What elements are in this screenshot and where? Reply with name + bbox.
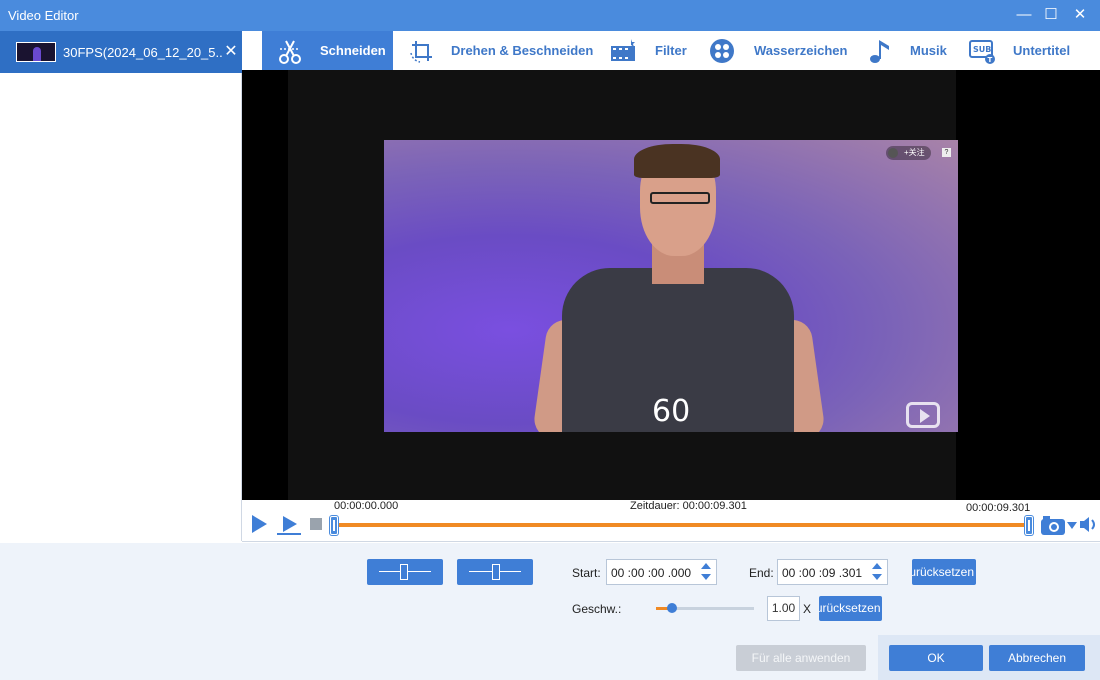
tab-wasserzeichen[interactable]: Wasserzeichen xyxy=(708,31,848,70)
set-end-button[interactable] xyxy=(457,559,533,585)
video-frame: 60 +关注 ? xyxy=(288,70,958,500)
end-time-stepper[interactable] xyxy=(871,562,883,582)
maximize-button[interactable]: ☐ xyxy=(1039,4,1063,26)
video-preview-area: 60 +关注 ? xyxy=(242,70,1100,500)
stop-icon[interactable] xyxy=(310,518,322,530)
file-name: 30FPS(2024_06_12_20_5... xyxy=(63,45,223,60)
tab-label: Filter xyxy=(655,43,687,58)
trim-end-handle[interactable] xyxy=(1025,516,1033,535)
set-start-button[interactable] xyxy=(367,559,443,585)
svg-text:T: T xyxy=(988,56,993,64)
video-overlay-number: 60 xyxy=(652,394,691,429)
title-bar: Video Editor — ☐ ✕ xyxy=(0,0,1100,31)
file-list-sidebar: 30FPS(2024_06_12_20_5... ✕ xyxy=(0,31,242,541)
tab-label: Drehen & Beschneiden xyxy=(451,43,594,58)
speed-slider-knob[interactable] xyxy=(667,603,677,613)
start-time-value: 00 :00 :00 .000 xyxy=(611,566,692,580)
chevron-down-icon[interactable] xyxy=(1067,522,1077,530)
ok-button[interactable]: OK xyxy=(889,645,983,671)
timeline-start-time: 00:00:00.000 xyxy=(334,500,399,512)
tab-musik[interactable]: Musik xyxy=(867,31,949,70)
start-label: Start: xyxy=(572,566,601,580)
help-badge: ? xyxy=(942,148,951,157)
play-icon[interactable] xyxy=(249,514,269,534)
snapshot-camera-icon[interactable] xyxy=(1040,514,1066,536)
timeline-track[interactable] xyxy=(334,523,1030,527)
cancel-button[interactable]: Abbrechen xyxy=(989,645,1085,671)
remove-file-icon[interactable]: ✕ xyxy=(224,41,238,61)
play-segment-icon[interactable] xyxy=(276,514,302,536)
tab-label: Wasserzeichen xyxy=(754,43,848,58)
tab-drehen-beschneiden[interactable]: Drehen & Beschneiden xyxy=(406,31,598,70)
minimize-button[interactable]: — xyxy=(1012,4,1036,26)
speed-label: Geschw.: xyxy=(572,602,622,616)
end-label: End: xyxy=(749,566,774,580)
apply-to-all-button[interactable]: Für alle anwenden xyxy=(736,645,866,671)
speed-value-field[interactable]: 1.00 xyxy=(767,596,800,621)
close-button[interactable]: ✕ xyxy=(1068,4,1092,26)
timeline-end-time: 00:00:09.301 xyxy=(966,502,1031,514)
watermark-icon xyxy=(710,39,734,63)
file-list-item[interactable]: 30FPS(2024_06_12_20_5... ✕ xyxy=(0,31,242,73)
tab-filter[interactable]: Filter xyxy=(609,31,689,70)
volume-icon[interactable] xyxy=(1079,515,1098,534)
follow-badge: +关注 xyxy=(886,146,931,160)
music-note-icon xyxy=(870,40,889,63)
tab-label: Schneiden xyxy=(320,43,386,58)
tab-schneiden[interactable]: Schneiden xyxy=(262,31,393,70)
start-time-input[interactable]: 00 :00 :00 .000 xyxy=(606,559,717,585)
tab-label: Musik xyxy=(910,43,947,58)
reset-trim-label: Zurücksetzen xyxy=(912,565,975,579)
playback-controls: 00:00:00.000 Zeitdauer: 00:00:09.301 00:… xyxy=(242,500,1100,542)
video-image: 60 +关注 ? xyxy=(384,140,958,432)
tv-play-icon xyxy=(906,402,940,428)
video-thumbnail xyxy=(16,42,56,62)
tab-label: Untertitel xyxy=(1013,43,1071,58)
start-time-stepper[interactable] xyxy=(700,562,712,582)
speed-unit: X xyxy=(803,602,812,616)
scissors-icon xyxy=(279,40,301,64)
trim-start-handle[interactable] xyxy=(330,516,338,535)
end-time-input[interactable]: 00 :00 :09 .301 xyxy=(777,559,888,585)
crop-rotate-icon xyxy=(410,41,432,63)
subtitle-icon: SUB T xyxy=(969,40,995,64)
window-title: Video Editor xyxy=(8,8,79,23)
reset-speed-button[interactable]: Zurücksetzen xyxy=(819,596,882,621)
filter-film-icon xyxy=(611,39,635,61)
editor-tab-bar: Schneiden Drehen & Beschneiden Filter Wa… xyxy=(242,31,1100,70)
trim-settings-panel: Start: 00 :00 :00 .000 End: 00 :00 :09 .… xyxy=(0,543,1100,680)
reset-trim-button[interactable]: Zurücksetzen xyxy=(912,559,976,585)
end-time-value: 00 :00 :09 .301 xyxy=(782,566,863,580)
tab-untertitel[interactable]: SUB T Untertitel xyxy=(966,31,1076,70)
svg-text:SUB: SUB xyxy=(973,45,991,54)
reset-speed-label: Zurücksetzen xyxy=(819,601,881,615)
timeline-duration: Zeitdauer: 00:00:09.301 xyxy=(630,500,747,512)
